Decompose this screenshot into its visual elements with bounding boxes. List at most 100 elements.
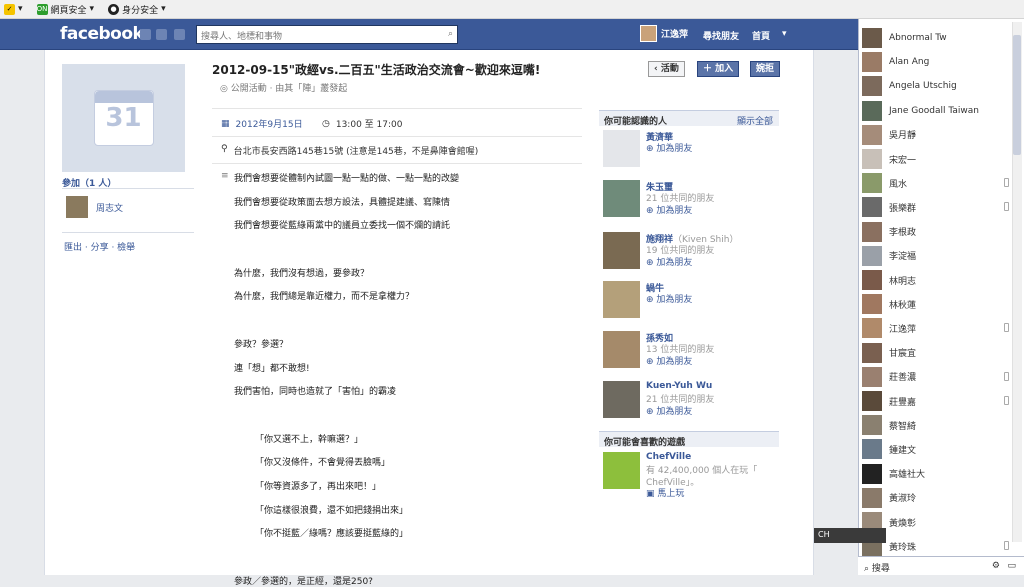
chat-friend[interactable]: 林明志 [859, 268, 1015, 292]
chat-friend-name: 李根政 [889, 228, 917, 239]
messages-icon[interactable] [156, 29, 167, 40]
account-menu-icon[interactable]: ▾ [782, 29, 787, 39]
avatar [862, 197, 882, 218]
search-icon[interactable]: ⌕ [448, 29, 453, 39]
description-line: 「你等資源多了，再出來吧！」 [255, 482, 382, 492]
facebook-logo[interactable]: facebook [60, 24, 144, 44]
divider [212, 108, 582, 109]
friend-requests-icon[interactable] [140, 29, 151, 40]
chat-search-input[interactable]: ⌕ 搜尋 ⚙ ▭ [858, 556, 1024, 575]
add-friend-label: 加為朋友 [656, 144, 693, 154]
description-line: 參政？參選？ [234, 340, 289, 350]
chat-friend-name: 吳月靜 [889, 131, 917, 142]
game-suggestion[interactable]: ChefVille 有 42,400,000 個人在玩「 ChefVille」。… [603, 452, 779, 499]
join-button[interactable]: ＋ 加入 [697, 61, 740, 77]
notifications-icon[interactable] [174, 29, 185, 40]
people-suggestion[interactable]: 蝸牛 ⊕ 加為朋友 [603, 281, 779, 325]
avatar[interactable] [603, 130, 640, 167]
add-friend-link[interactable]: ⊕ 加為朋友 [646, 203, 692, 216]
avatar[interactable] [603, 180, 640, 217]
avatar[interactable] [603, 232, 640, 269]
chat-friend-name: 宋宏一 [889, 155, 917, 166]
avatar[interactable] [603, 381, 640, 418]
attendee[interactable]: 周志文 [66, 196, 123, 218]
chat-sidebar: Abnormal Tw Alan Ang Angela Utschig Jane Go… [858, 19, 1024, 575]
dropdown-arrow-icon: ▾ [161, 4, 166, 14]
chat-friend[interactable]: Jane Goodall Taiwan [859, 99, 1015, 123]
dropdown-arrow-icon: ▾ [18, 4, 23, 14]
game-name[interactable]: ChefVille [646, 452, 691, 462]
gear-icon[interactable]: ⚙ [992, 561, 1000, 571]
nav-find-friends[interactable]: 尋找朋友 [703, 29, 739, 42]
chat-search-label: 搜尋 [871, 564, 890, 574]
join-button-label: 加入 [715, 64, 734, 74]
chat-friend[interactable]: 莊豐嘉 [859, 389, 1015, 413]
add-friend-link[interactable]: ⊕ 加為朋友 [646, 292, 692, 305]
chat-friend[interactable]: 甘宸宜 [859, 341, 1015, 365]
chat-friend[interactable]: 張樂群 [859, 195, 1015, 219]
globe-icon: ◎ [220, 84, 231, 94]
chat-friend[interactable]: 吳月靜 [859, 123, 1015, 147]
people-suggestion[interactable]: 黃濟華 ⊕ 加為朋友 [603, 130, 779, 174]
people-suggestion[interactable]: Kuen-Yuh Wu 21 位共同的朋友 ⊕ 加為朋友 [603, 381, 779, 425]
add-friend-link[interactable]: ⊕ 加為朋友 [646, 404, 692, 417]
add-friend-label: 加為朋友 [656, 357, 693, 367]
event-actions-links[interactable]: 匯出 · 分享 · 檢舉 [64, 240, 135, 253]
chat-friend[interactable]: 李淀福 [859, 244, 1015, 268]
chat-friend[interactable]: 莊善濃 [859, 365, 1015, 389]
nav-home[interactable]: 首頁 [752, 29, 770, 42]
chat-friend[interactable]: 蔡智綺 [859, 413, 1015, 437]
scrollbar-thumb[interactable] [1013, 35, 1021, 155]
play-now-link[interactable]: ▣ 馬上玩 [646, 486, 684, 499]
chat-friend[interactable]: 江逸萍 [859, 316, 1015, 340]
add-friend-link[interactable]: ⊕ 加為朋友 [646, 255, 692, 268]
avatar [862, 270, 882, 290]
chat-friend[interactable]: Alan Ang [859, 50, 1015, 74]
chat-friend[interactable]: Angela Utschig [859, 74, 1015, 98]
people-suggestion[interactable]: 施翔祥（Kiven Shih） 19 位共同的朋友 ⊕ 加為朋友 [603, 232, 779, 276]
chat-friend-name: 莊善濃 [889, 373, 917, 384]
add-friend-link[interactable]: ⊕ 加為朋友 [646, 354, 692, 367]
chat-friend-name: Alan Ang [889, 57, 930, 68]
search-input[interactable]: 搜尋人、地標和事物 ⌕ [196, 25, 458, 44]
event-button[interactable]: ‹ 活動 [648, 61, 685, 77]
event-time-text: 13:00 至 17:00 [335, 120, 403, 130]
chat-friend[interactable]: 李根政 [859, 220, 1015, 244]
add-friend-link[interactable]: ⊕ 加為朋友 [646, 141, 692, 154]
section-title: 你可能認識的人 [604, 117, 668, 127]
web-safety-button[interactable]: ON 網頁安全 ▾ [36, 3, 94, 16]
chat-friend[interactable]: 鍾建文 [859, 437, 1015, 461]
people-suggestion[interactable]: 朱玉璽 21 位共同的朋友 ⊕ 加為朋友 [603, 180, 779, 224]
norton-toolbar-item[interactable]: ✓ ▾ [4, 3, 23, 15]
chat-friend[interactable]: Abnormal Tw [859, 26, 1015, 50]
chat-friend[interactable]: 宋宏一 [859, 147, 1015, 171]
identity-safety-button[interactable]: ● 身分安全 ▾ [108, 3, 166, 16]
description-line: 我們會想要從體制內試圖一點一點的做、一點一點的改變 [234, 174, 460, 184]
event-button-label: 活動 [660, 64, 679, 74]
play-now-label: 馬上玩 [657, 489, 685, 499]
chat-friend[interactable]: 風水 [859, 171, 1015, 195]
profile-link[interactable]: 江逸萍 [640, 25, 688, 42]
search-icon: ⌕ [864, 564, 872, 574]
divider [212, 136, 582, 137]
chat-friend-name: Jane Goodall Taiwan [889, 105, 979, 116]
ime-toolbar[interactable]: CH [814, 528, 886, 543]
attendee-name: 周志文 [96, 203, 124, 214]
chat-friend-name: 黃煥彰 [889, 518, 917, 529]
suggestion-name[interactable]: Kuen-Yuh Wu [646, 381, 712, 391]
add-friend-label: 加為朋友 [656, 206, 693, 216]
chat-friend-name: 莊豐嘉 [889, 397, 917, 408]
see-all-link[interactable]: 顯示全部 [737, 114, 773, 127]
avatar[interactable] [603, 281, 640, 318]
decline-button[interactable]: 婉拒 [750, 61, 781, 77]
chat-options-icon[interactable]: ▭ [1007, 561, 1016, 571]
avatar [862, 221, 882, 242]
event-date-text[interactable]: 2012年9月15日 [236, 117, 303, 130]
chat-friend[interactable]: 林秋蓮 [859, 292, 1015, 316]
chat-friend[interactable]: 黃淑玲 [859, 486, 1015, 510]
chat-friend-name: 江逸萍 [889, 324, 917, 335]
avatar[interactable] [603, 331, 640, 368]
chat-friend[interactable]: 高雄社大 [859, 462, 1015, 486]
description-line: 為什麼，我們沒有想過，要參政？ [234, 268, 370, 279]
people-suggestion[interactable]: 孫秀如 13 位共同的朋友 ⊕ 加為朋友 [603, 331, 779, 375]
